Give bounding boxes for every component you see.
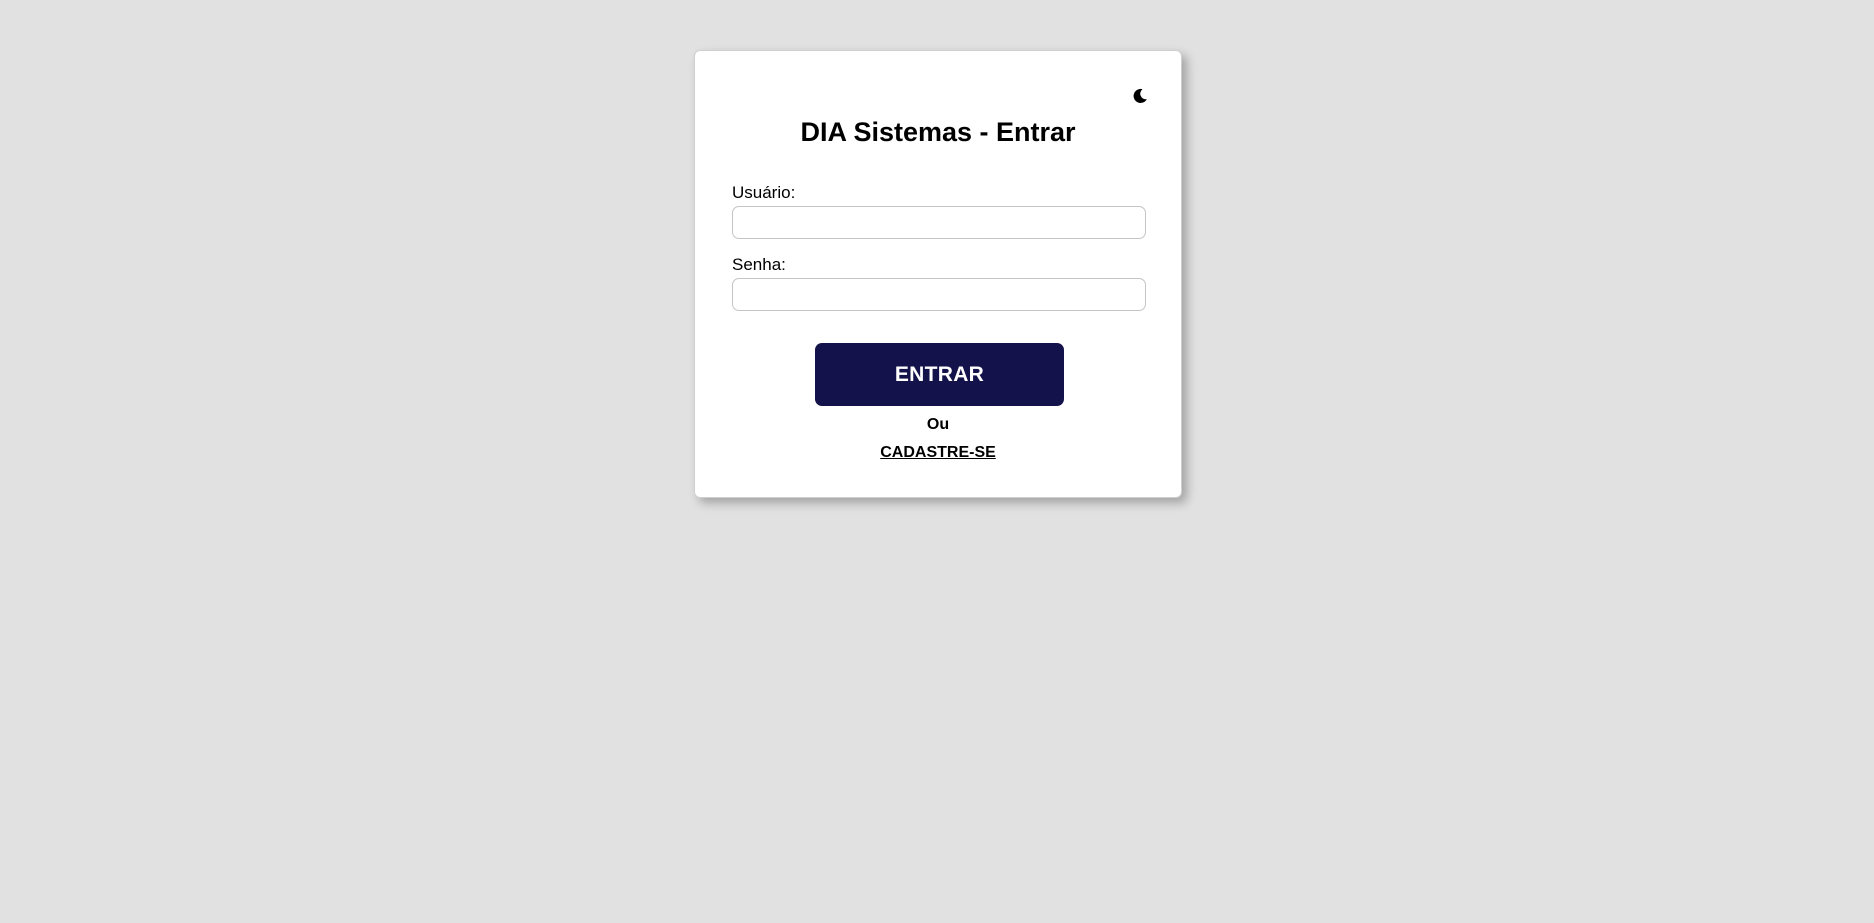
signup-link-container: CADASTRE-SE xyxy=(695,445,1181,461)
page-title: DIA Sistemas - Entrar xyxy=(800,117,1076,147)
login-button[interactable]: ENTRAR xyxy=(815,343,1064,406)
password-input[interactable] xyxy=(732,278,1146,311)
username-input[interactable] xyxy=(732,206,1146,239)
signup-link[interactable]: CADASTRE-SE xyxy=(880,444,996,461)
username-label: Usuário: xyxy=(732,183,796,202)
login-card: DIA Sistemas - Entrar Usuário: Senha: EN… xyxy=(694,50,1182,498)
moon-icon xyxy=(1132,88,1148,107)
or-separator: Ou xyxy=(926,416,950,433)
theme-toggle-button[interactable] xyxy=(1129,86,1151,108)
password-label: Senha: xyxy=(732,255,786,274)
